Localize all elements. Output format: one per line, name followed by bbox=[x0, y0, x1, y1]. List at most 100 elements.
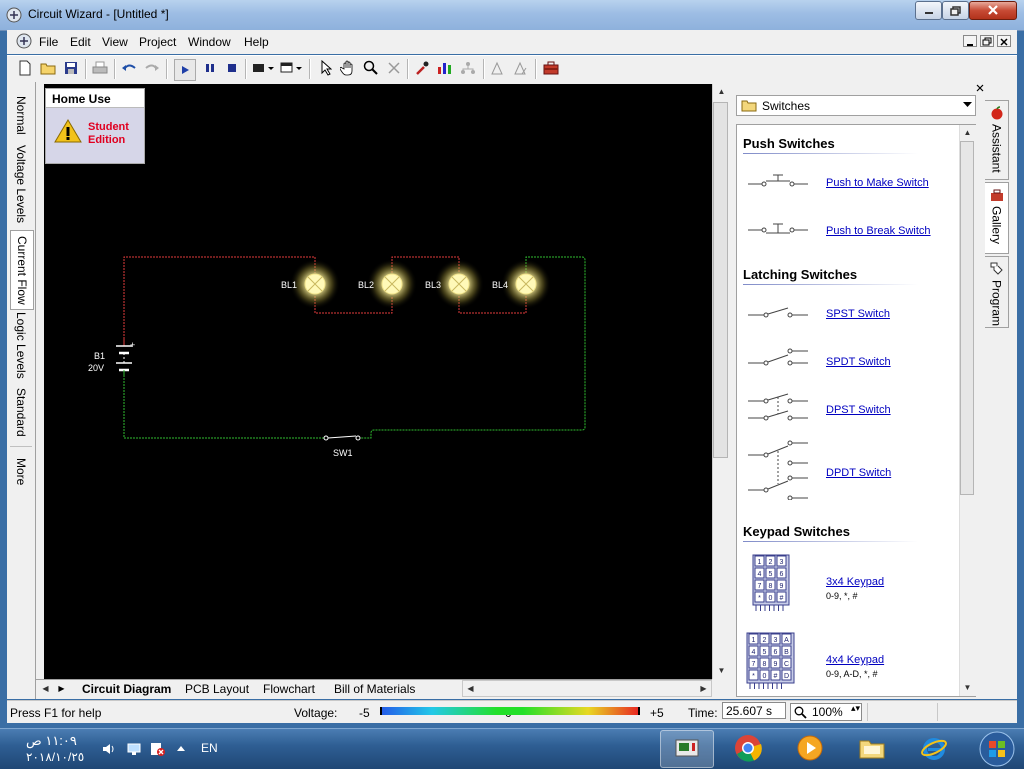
align-left-button[interactable] bbox=[489, 59, 507, 77]
delete-button[interactable] bbox=[385, 59, 403, 77]
probe-button[interactable] bbox=[413, 59, 431, 77]
tab-flowchart[interactable]: Flowchart bbox=[263, 682, 315, 696]
mdi-minimize-button[interactable] bbox=[963, 35, 977, 47]
scroll-down-button[interactable]: ▼ bbox=[960, 680, 975, 695]
select-tool-button[interactable] bbox=[317, 59, 335, 77]
component-dropdown[interactable] bbox=[251, 59, 275, 77]
dpdt-switch-icon[interactable] bbox=[746, 438, 812, 500]
clock-time[interactable]: ١١:٠٩ ص bbox=[26, 733, 77, 749]
switch-sw1[interactable] bbox=[323, 435, 361, 441]
component-tree-button[interactable] bbox=[459, 59, 477, 77]
tab-standard[interactable]: Standard bbox=[10, 382, 32, 442]
tab-bill-of-materials[interactable]: Bill of Materials bbox=[334, 682, 415, 696]
zoom-control[interactable]: 100% ▴▾ bbox=[790, 703, 862, 721]
circuit-canvas[interactable]: BL1 BL2 BL3 BL4 B1 20V + SW1 bbox=[44, 84, 712, 679]
tabs-scroll-right-button[interactable]: ▶ bbox=[54, 681, 69, 696]
mdi-close-button[interactable] bbox=[997, 35, 1011, 47]
scroll-thumb[interactable] bbox=[713, 102, 728, 458]
menu-file[interactable]: File bbox=[39, 35, 58, 49]
tab-more[interactable]: More bbox=[10, 446, 32, 497]
show-hidden-icons-icon[interactable] bbox=[176, 744, 186, 752]
toolbox-button[interactable] bbox=[542, 59, 560, 77]
dpst-switch-icon[interactable] bbox=[746, 392, 812, 424]
input-language[interactable]: EN bbox=[201, 741, 218, 755]
taskbar-circuit-wizard[interactable] bbox=[660, 730, 714, 768]
run-button[interactable] bbox=[174, 59, 196, 81]
scroll-up-button[interactable]: ▲ bbox=[960, 125, 975, 140]
taskbar-file-explorer[interactable] bbox=[846, 730, 898, 766]
gallery-item-push-to-break[interactable]: Push to Break Switch bbox=[826, 225, 931, 237]
gallery-item-spdt[interactable]: SPDT Switch bbox=[826, 356, 891, 368]
panel-close-icon[interactable] bbox=[975, 83, 985, 93]
push-to-make-switch-icon[interactable] bbox=[746, 173, 812, 189]
close-button[interactable] bbox=[969, 1, 1017, 20]
print-button[interactable] bbox=[91, 59, 109, 77]
menu-view[interactable]: View bbox=[102, 35, 128, 49]
spdt-switch-icon[interactable] bbox=[746, 346, 812, 368]
undo-button[interactable] bbox=[120, 59, 138, 77]
gallery-item-keypad-3x4[interactable]: 3x4 Keypad bbox=[826, 576, 884, 588]
save-button[interactable] bbox=[62, 59, 80, 77]
action-center-alert-icon[interactable] bbox=[150, 741, 166, 757]
menu-project[interactable]: Project bbox=[139, 35, 176, 49]
keypad-4x4-icon[interactable]: 1 2 3 A 4 5 6 B 7 8 9 C * 0 # D bbox=[745, 631, 803, 691]
pause-button[interactable] bbox=[201, 59, 219, 77]
network-icon[interactable] bbox=[126, 741, 142, 757]
scroll-down-button[interactable]: ▼ bbox=[714, 663, 729, 678]
new-button[interactable] bbox=[16, 59, 34, 77]
gallery-item-dpdt[interactable]: DPDT Switch bbox=[826, 467, 891, 479]
toolbar-separator bbox=[166, 59, 168, 79]
tab-gallery[interactable]: Gallery bbox=[985, 182, 1009, 254]
scroll-left-button[interactable]: ◀ bbox=[463, 681, 478, 696]
gallery-item-dpst[interactable]: DPST Switch bbox=[826, 404, 891, 416]
status-panel bbox=[937, 703, 1014, 721]
menu-window[interactable]: Window bbox=[188, 35, 231, 49]
tab-current-flow[interactable]: Current Flow bbox=[10, 230, 34, 310]
minimize-button[interactable] bbox=[915, 1, 942, 20]
tab-assistant[interactable]: Assistant bbox=[985, 100, 1009, 180]
restore-button[interactable] bbox=[942, 1, 969, 20]
tab-normal[interactable]: Normal bbox=[10, 90, 32, 140]
view-dropdown[interactable] bbox=[279, 59, 303, 77]
tab-circuit-diagram[interactable]: Circuit Diagram bbox=[82, 682, 171, 696]
keypad-3x4-icon[interactable]: 1 2 3 4 5 6 7 8 9 * 0 # bbox=[751, 553, 799, 613]
gallery-category-select[interactable]: Switches bbox=[736, 95, 976, 116]
bulb-bl4[interactable] bbox=[501, 259, 551, 309]
volume-icon[interactable] bbox=[101, 741, 117, 757]
taskbar-internet-explorer[interactable] bbox=[908, 730, 960, 766]
stop-button[interactable] bbox=[223, 59, 241, 77]
tab-logic-levels[interactable]: Logic Levels bbox=[10, 311, 32, 379]
toolbar-separator bbox=[245, 59, 247, 79]
graph-button[interactable] bbox=[436, 59, 454, 77]
spst-switch-icon[interactable] bbox=[746, 304, 812, 320]
bulb-bl3[interactable] bbox=[434, 259, 484, 309]
menu-edit[interactable]: Edit bbox=[70, 35, 91, 49]
taskbar-chrome[interactable] bbox=[722, 730, 774, 766]
canvas-horizontal-scrollbar[interactable]: ◀ ▶ bbox=[462, 680, 712, 697]
gallery-item-spst[interactable]: SPST Switch bbox=[826, 308, 890, 320]
start-button[interactable] bbox=[972, 729, 1024, 768]
tabs-scroll-left-button[interactable]: ◀ bbox=[38, 681, 53, 696]
scroll-right-button[interactable]: ▶ bbox=[696, 681, 711, 696]
tab-program[interactable]: Program bbox=[985, 256, 1009, 328]
gallery-item-push-to-make[interactable]: Push to Make Switch bbox=[826, 177, 929, 189]
tab-voltage-levels[interactable]: Voltage Levels bbox=[10, 142, 32, 227]
gallery-item-keypad-4x4[interactable]: 4x4 Keypad bbox=[826, 654, 884, 666]
bulb-bl1[interactable] bbox=[290, 259, 340, 309]
bulb-bl2[interactable] bbox=[367, 259, 417, 309]
open-button[interactable] bbox=[39, 59, 57, 77]
redo-button[interactable] bbox=[143, 59, 161, 77]
pan-tool-button[interactable] bbox=[339, 59, 357, 77]
tab-pcb-layout[interactable]: PCB Layout bbox=[185, 682, 249, 696]
menu-help[interactable]: Help bbox=[244, 35, 269, 49]
mdi-restore-button[interactable] bbox=[980, 35, 994, 47]
scroll-thumb[interactable] bbox=[960, 141, 974, 495]
push-to-break-switch-icon[interactable] bbox=[746, 221, 812, 237]
taskbar-media-player[interactable] bbox=[784, 730, 836, 766]
clock-date[interactable]: ٢٠١٨/١٠/٢٥ bbox=[26, 750, 84, 764]
title-bar[interactable]: Circuit Wizard - [Untitled *] bbox=[0, 0, 1024, 31]
align-right-button[interactable] bbox=[512, 59, 530, 77]
zoom-tool-button[interactable] bbox=[362, 59, 380, 77]
document-icon[interactable] bbox=[16, 33, 32, 49]
scroll-up-button[interactable]: ▲ bbox=[714, 84, 729, 99]
